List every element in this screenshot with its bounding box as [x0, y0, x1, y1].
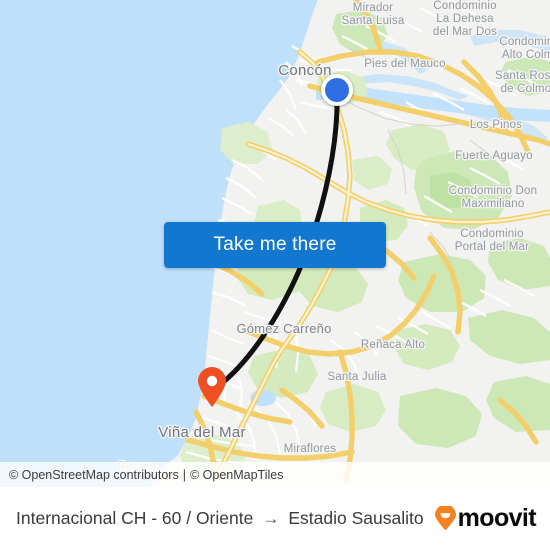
moovit-wordmark: moovit [457, 504, 537, 532]
moovit-logo[interactable]: moovit [434, 504, 537, 532]
moovit-pin-icon [434, 506, 456, 531]
map-screenshot: Mirador Santa Luisa Condominio La Dehesa … [0, 0, 550, 550]
attribution-osm[interactable]: © OpenStreetMap contributors [9, 468, 179, 482]
take-me-there-button[interactable]: Take me there [164, 222, 386, 268]
trip-title: Internacional CH - 60 / Oriente → Estadi… [16, 508, 424, 529]
origin-marker-dot [325, 78, 349, 102]
map-pin-icon [198, 367, 226, 407]
attribution-separator: | [182, 467, 186, 482]
attribution-openmaptiles[interactable]: © OpenMapTiles [190, 468, 284, 482]
origin-marker[interactable] [321, 74, 353, 106]
map-attribution: © OpenStreetMap contributors | © OpenMap… [0, 462, 550, 487]
trip-footer: Internacional CH - 60 / Oriente → Estadi… [0, 487, 550, 550]
arrow-right-icon: → [262, 508, 280, 528]
trip-origin-label: Internacional CH - 60 / Oriente [16, 508, 254, 528]
trip-destination-label: Estadio Sausalito [288, 508, 424, 528]
destination-marker[interactable] [196, 366, 228, 408]
map-canvas[interactable]: Mirador Santa Luisa Condominio La Dehesa … [0, 0, 550, 487]
